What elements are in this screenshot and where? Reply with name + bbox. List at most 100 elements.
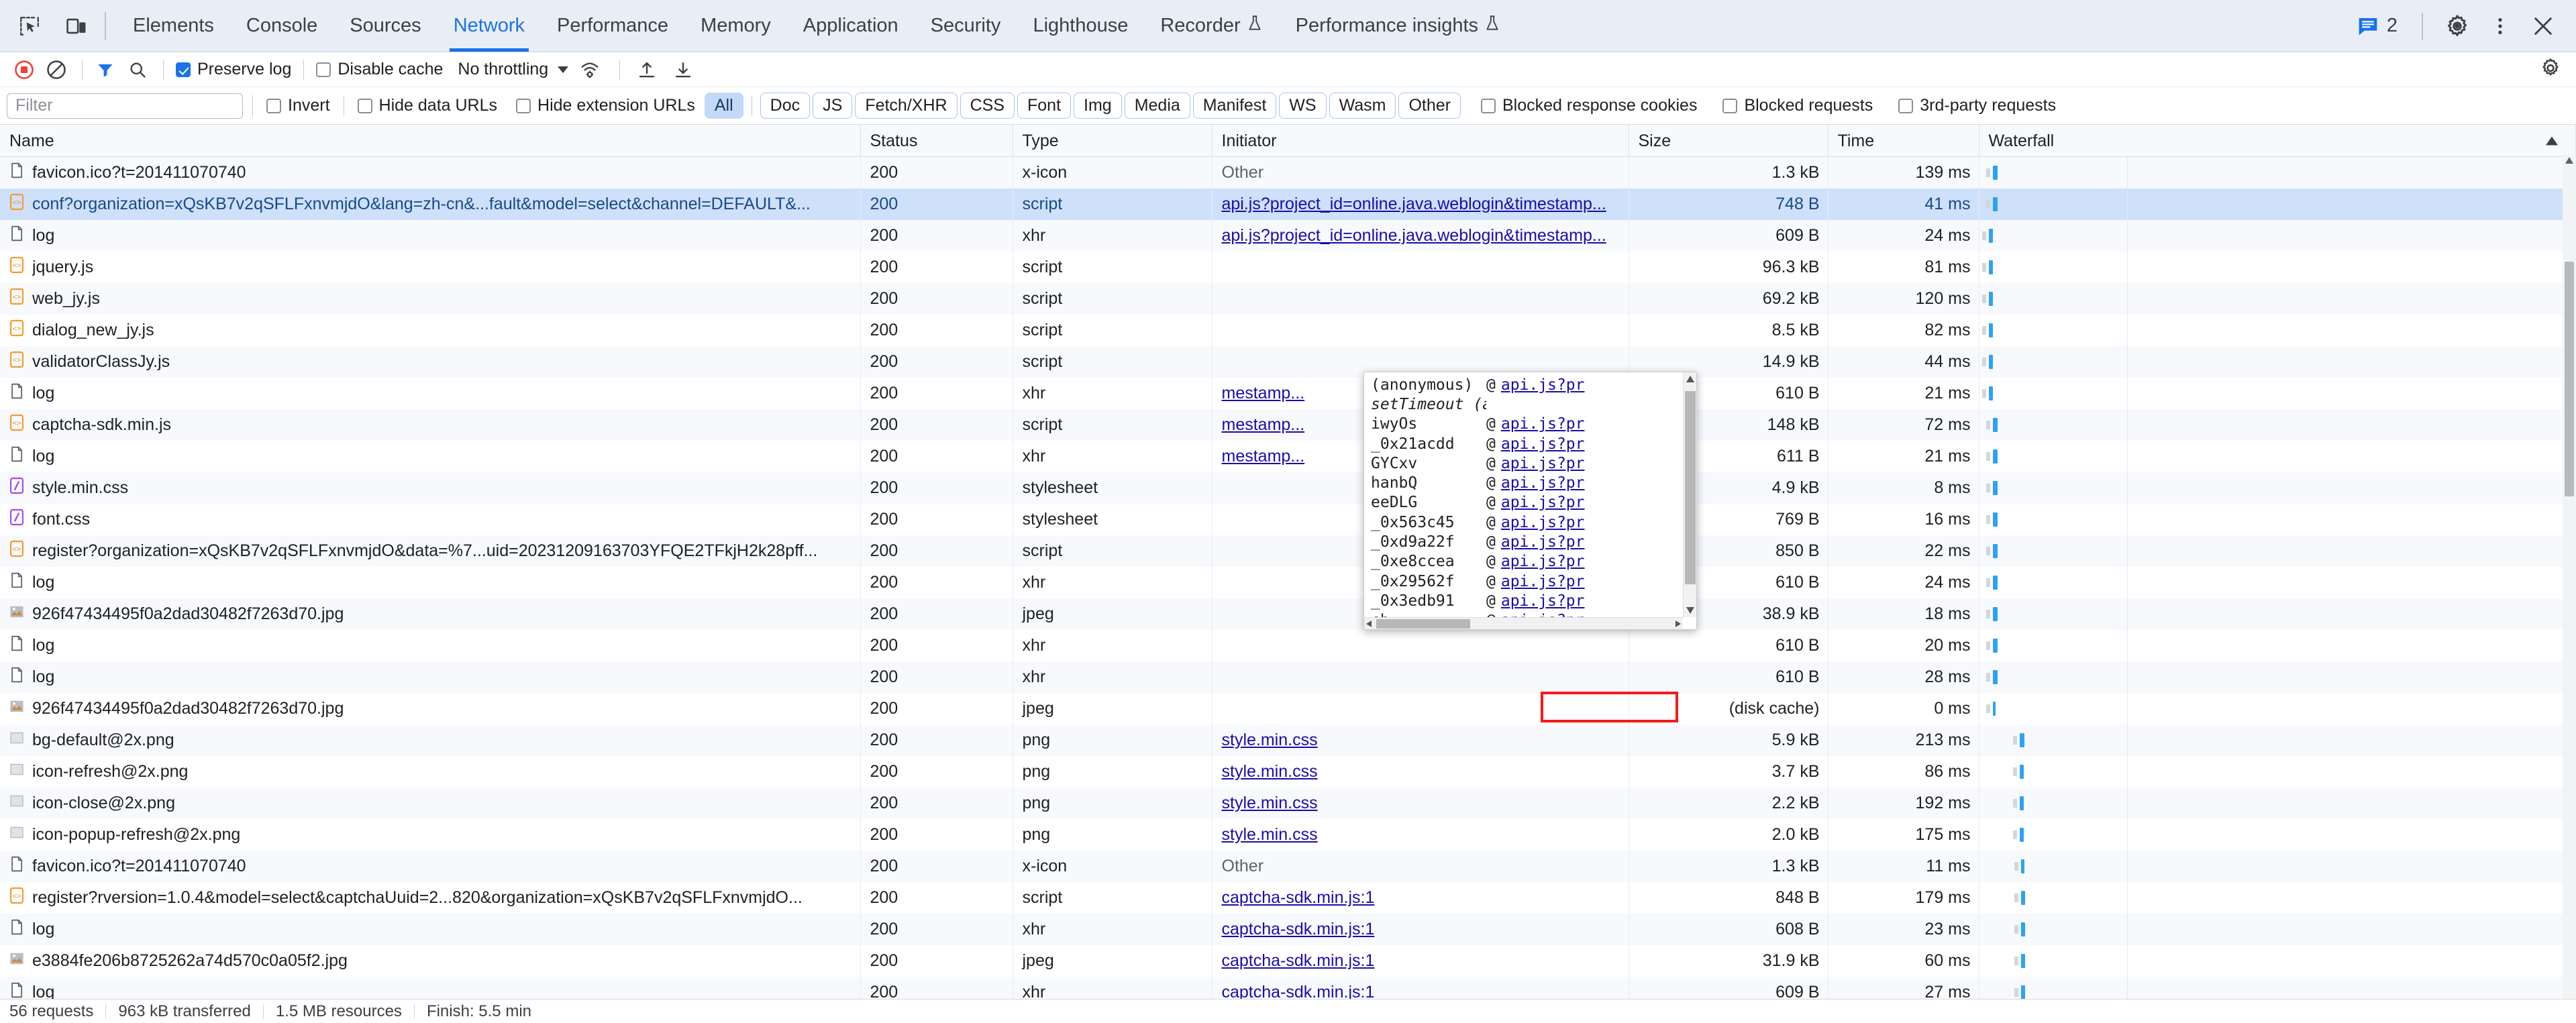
cell-initiator[interactable]: api.js?project_id=online.java.weblogin&t… (1212, 219, 1629, 252)
popup-horizontal-scrollbar[interactable] (1364, 617, 1683, 629)
stack-source-link[interactable]: api.js?pr (1501, 553, 1585, 570)
scrollbar-thumb[interactable] (2565, 262, 2574, 496)
cell-initiator[interactable]: api.js?project_id=online.java.weblogin&t… (1212, 188, 1629, 220)
tab-sources[interactable]: Sources (333, 0, 437, 52)
table-row[interactable]: <> dialog_new_jy.js 200 script 8.5 kB 82 ms (0, 314, 2576, 346)
cell-name[interactable]: log (0, 440, 861, 472)
filter-input[interactable] (7, 93, 243, 119)
record-stop-icon[interactable] (9, 55, 39, 85)
cell-name[interactable]: log (0, 566, 861, 598)
cell-name[interactable]: <> validatorClassJy.js (0, 345, 861, 378)
cell-name[interactable]: e3884fe206b8725262a74d570c0a05f2.jpg (0, 945, 861, 977)
call-stack-frame[interactable]: cb@ api.js?pr (1364, 611, 1683, 617)
cell-initiator[interactable]: captcha-sdk.min.js:1 (1212, 945, 1629, 977)
call-stack-frame[interactable]: _0xe8ccea @ api.js?pr (1364, 552, 1683, 572)
cell-name[interactable]: log (0, 377, 861, 409)
table-row[interactable]: <> captcha-sdk.min.js 200 script mestamp... 1… (0, 409, 2576, 441)
stack-source-link[interactable]: api.js?pr (1501, 592, 1585, 610)
scroll-up-icon[interactable] (1686, 376, 1694, 382)
table-row[interactable]: favicon.ico?t=201411070740 200 x-icon Other… (0, 156, 2576, 189)
column-header-size[interactable]: Size (1629, 125, 1828, 157)
cell-name[interactable]: style.min.css (0, 472, 861, 504)
type-filter-manifest[interactable]: Manifest (1192, 93, 1277, 119)
tab-security[interactable]: Security (915, 0, 1017, 52)
type-filter-ws[interactable]: WS (1279, 93, 1327, 119)
stack-source-link[interactable]: api.js?pr (1501, 573, 1585, 590)
search-icon[interactable] (123, 55, 152, 85)
stack-source-link[interactable]: api.js?pr (1501, 612, 1585, 617)
table-row[interactable]: 926f47434495f0a2dad30482f7263d70.jpg 200 j… (0, 692, 2576, 724)
initiator-text[interactable]: mestamp... (1222, 384, 1305, 402)
export-har-icon[interactable] (668, 55, 698, 85)
table-row[interactable]: 926f47434495f0a2dad30482f7263d70.jpg 200 j… (0, 598, 2576, 630)
cell-name[interactable]: log (0, 976, 861, 999)
cell-name[interactable]: <> dialog_new_jy.js (0, 314, 861, 346)
cell-name[interactable]: icon-refresh@2x.png (0, 755, 861, 788)
call-stack-frame[interactable]: setTimeout (async) (1364, 394, 1683, 414)
tab-elements[interactable]: Elements (117, 0, 230, 52)
type-filter-wasm[interactable]: Wasm (1329, 93, 1396, 119)
call-stack-frame[interactable]: GYCxv @ api.js?pr (1364, 453, 1683, 473)
preserve-log-checkbox[interactable]: Preserve log (176, 60, 291, 79)
cell-name[interactable]: 926f47434495f0a2dad30482f7263d70.jpg (0, 692, 861, 724)
call-stack-frame[interactable]: _0xd9a22f @ api.js?pr (1364, 532, 1683, 551)
cell-name[interactable]: font.css (0, 503, 861, 535)
table-row[interactable]: e3884fe206b8725262a74d570c0a05f2.jpg 200 j… (0, 945, 2576, 977)
cell-name[interactable]: log (0, 661, 861, 693)
tab-network[interactable]: Network (437, 0, 541, 52)
call-stack-frame[interactable]: (anonymous) @ api.js?pr (1364, 375, 1683, 394)
hide-extension-urls-checkbox[interactable]: Hide extension URLs (516, 96, 695, 115)
type-filter-js[interactable]: JS (813, 93, 853, 119)
initiator-text[interactable]: mestamp... (1222, 447, 1305, 466)
call-stack-frame[interactable]: _0x29562f @ api.js?pr (1364, 572, 1683, 591)
column-header-type[interactable]: Type (1013, 125, 1213, 157)
cell-initiator[interactable]: captcha-sdk.min.js:1 (1212, 913, 1629, 945)
stack-source-link[interactable]: api.js?pr (1501, 455, 1585, 472)
table-row[interactable]: icon-refresh@2x.png 200 png style.min.css 3.… (0, 755, 2576, 788)
close-devtools-icon[interactable] (2525, 8, 2561, 44)
clear-log-icon[interactable] (42, 55, 71, 85)
table-row[interactable]: <> web_jy.js 200 script 69.2 kB 120 ms (0, 282, 2576, 315)
table-row[interactable]: log 200 xhr 610 B 28 ms (0, 661, 2576, 693)
table-row[interactable]: <> conf?organization=xQsKB7v2qSFLFxnvmjdO… (0, 188, 2576, 220)
cell-name[interactable]: icon-popup-refresh@2x.png (0, 818, 861, 851)
tab-recorder[interactable]: Recorder (1144, 0, 1279, 52)
table-row[interactable]: style.min.css 200 stylesheet 4.9 kB 8 ms (0, 472, 2576, 504)
call-stack-frame[interactable]: eeDLG @ api.js?pr (1364, 493, 1683, 513)
stack-source-link[interactable]: api.js?pr (1501, 533, 1585, 551)
cell-name[interactable]: bg-default@2x.png (0, 724, 861, 756)
cell-initiator[interactable]: captcha-sdk.min.js:1 (1212, 976, 1629, 999)
table-row[interactable]: log 200 xhr captcha-sdk.min.js:1 608 B 23 ms (0, 913, 2576, 945)
tab-lighthouse[interactable]: Lighthouse (1017, 0, 1144, 52)
scrollbar-thumb[interactable] (1685, 391, 1696, 584)
message-badge[interactable]: 2 (2349, 15, 2406, 37)
table-row[interactable]: bg-default@2x.png 200 png style.min.css 5.9 … (0, 724, 2576, 756)
cell-name[interactable]: favicon.ico?t=201411070740 (0, 156, 861, 189)
table-row[interactable]: log 200 xhr 610 B 24 ms (0, 566, 2576, 598)
table-row[interactable]: icon-popup-refresh@2x.png 200 png style.min… (0, 818, 2576, 851)
initiator-text[interactable]: captcha-sdk.min.js:1 (1222, 888, 1375, 907)
table-row[interactable]: log 200 xhr 610 B 20 ms (0, 629, 2576, 661)
disable-cache-checkbox[interactable]: Disable cache (316, 60, 443, 79)
type-filter-img[interactable]: Img (1074, 93, 1122, 119)
scroll-up-icon[interactable] (2565, 157, 2573, 164)
cell-name[interactable]: favicon.ico?t=201411070740 (0, 850, 861, 882)
initiator-text[interactable]: api.js?project_id=online.java.weblogin&t… (1222, 195, 1606, 213)
column-header-waterfall[interactable]: Waterfall (1979, 125, 2576, 157)
tab-memory[interactable]: Memory (684, 0, 787, 52)
initiator-text[interactable]: api.js?project_id=online.java.weblogin&t… (1222, 226, 1606, 245)
scroll-right-icon[interactable] (1676, 621, 1681, 627)
table-row[interactable]: log 200 xhr mestamp... 611 B 21 ms (0, 440, 2576, 472)
column-header-name[interactable]: Name (0, 125, 861, 157)
type-filter-fetch-xhr[interactable]: Fetch/XHR (855, 93, 958, 119)
tab-console[interactable]: Console (230, 0, 333, 52)
type-filter-all[interactable]: All (704, 93, 743, 119)
initiator-text[interactable]: style.min.css (1222, 794, 1318, 812)
initiator-text[interactable]: style.min.css (1222, 731, 1318, 749)
call-stack-frame[interactable]: _0x21acdd @ api.js?pr (1364, 434, 1683, 453)
inspect-element-icon[interactable] (12, 9, 47, 44)
more-options-icon[interactable] (2482, 8, 2518, 44)
cell-name[interactable]: log (0, 913, 861, 945)
cell-name[interactable]: <> register?rversion=1.0.4&model=select&c… (0, 881, 861, 914)
initiator-text[interactable]: captcha-sdk.min.js:1 (1222, 951, 1375, 970)
